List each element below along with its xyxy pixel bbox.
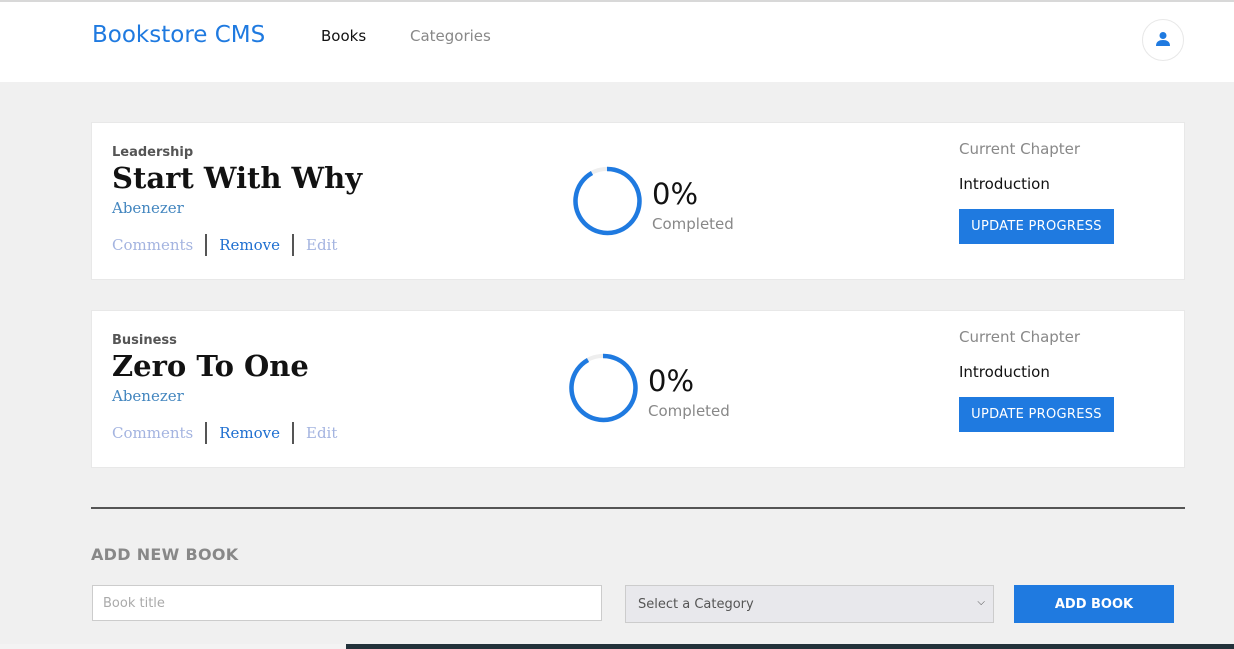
nav-link-books[interactable]: Books xyxy=(321,27,366,45)
current-chapter-name: Introduction xyxy=(959,363,1050,381)
book-actions: Comments Remove Edit xyxy=(112,233,337,257)
user-icon xyxy=(1156,32,1170,46)
action-separator xyxy=(205,422,208,444)
remove-button[interactable]: Remove xyxy=(219,236,280,254)
edit-button[interactable]: Edit xyxy=(306,236,337,254)
book-category: Business xyxy=(112,333,177,348)
add-book-button[interactable]: ADD BOOK xyxy=(1014,585,1174,623)
book-author[interactable]: Abenezer xyxy=(112,387,184,405)
app-header: Bookstore CMS Books Categories xyxy=(0,2,1234,82)
book-card: Business Zero To One Abenezer Comments R… xyxy=(91,310,1185,468)
book-card: Leadership Start With Why Abenezer Comme… xyxy=(91,122,1185,280)
book-title: Start With Why xyxy=(112,161,363,195)
edit-button[interactable]: Edit xyxy=(306,424,337,442)
action-separator xyxy=(292,422,294,444)
book-actions: Comments Remove Edit xyxy=(112,421,337,445)
progress-ring xyxy=(573,166,642,236)
progress-ring xyxy=(569,353,638,423)
remove-button[interactable]: Remove xyxy=(219,424,280,442)
action-separator xyxy=(205,234,208,256)
current-chapter-name: Introduction xyxy=(959,175,1050,193)
progress-percent: 0% xyxy=(648,364,695,398)
book-title: Zero To One xyxy=(112,349,309,383)
current-chapter-label: Current Chapter xyxy=(959,140,1081,158)
bottom-strip-segment xyxy=(0,644,346,649)
update-progress-button[interactable]: UPDATE PROGRESS xyxy=(959,209,1114,244)
book-author[interactable]: Abenezer xyxy=(112,199,184,217)
category-select-value: Select a Category xyxy=(638,596,754,612)
user-avatar-button[interactable] xyxy=(1142,19,1184,61)
nav-link-categories[interactable]: Categories xyxy=(410,27,491,45)
add-book-heading: ADD NEW BOOK xyxy=(91,545,239,564)
category-select[interactable]: Select a Category ⌵ xyxy=(625,585,994,623)
bottom-strip xyxy=(0,644,1234,649)
section-divider xyxy=(91,507,1185,509)
current-chapter-label: Current Chapter xyxy=(959,328,1081,346)
book-category: Leadership xyxy=(112,145,194,160)
comments-button[interactable]: Comments xyxy=(112,424,193,442)
action-separator xyxy=(292,234,294,256)
comments-button[interactable]: Comments xyxy=(112,236,193,254)
brand-logo[interactable]: Bookstore CMS xyxy=(92,22,265,48)
progress-percent: 0% xyxy=(652,177,699,211)
progress-label: Completed xyxy=(648,402,730,420)
chevron-down-icon: ⌵ xyxy=(977,597,985,608)
book-title-input[interactable] xyxy=(92,585,602,621)
update-progress-button[interactable]: UPDATE PROGRESS xyxy=(959,397,1114,432)
progress-label: Completed xyxy=(652,215,734,233)
